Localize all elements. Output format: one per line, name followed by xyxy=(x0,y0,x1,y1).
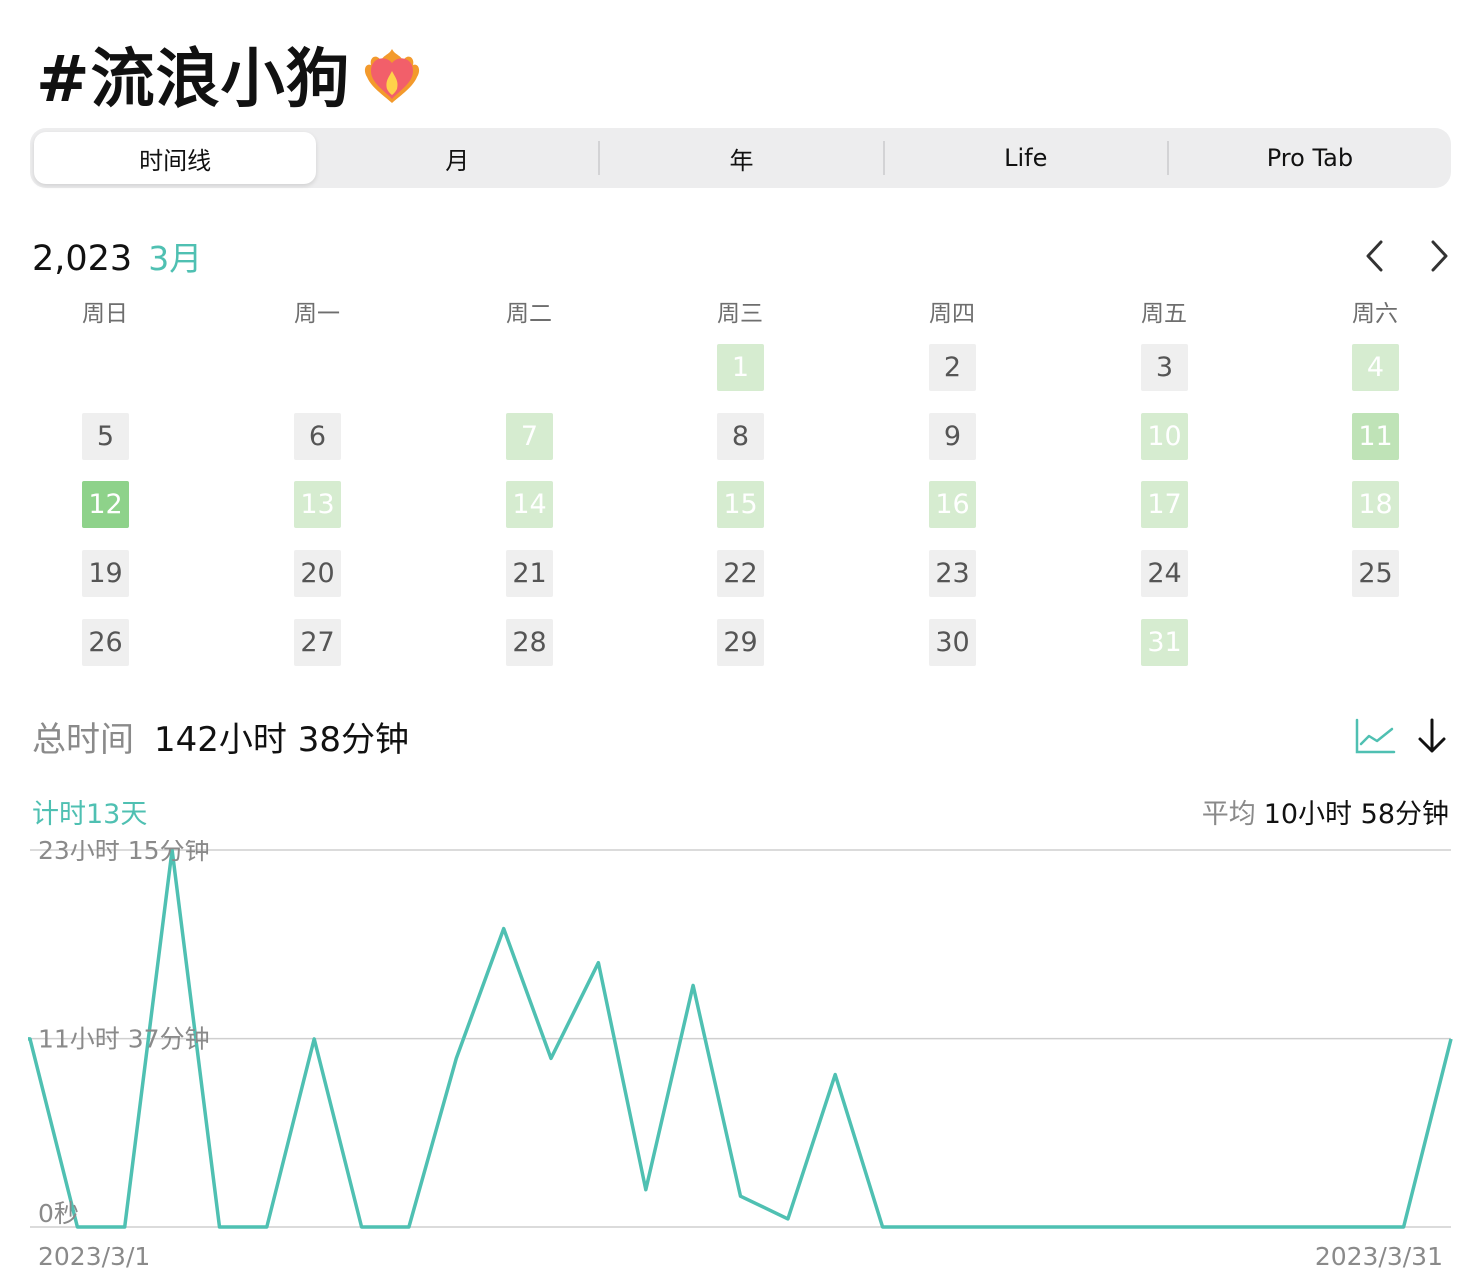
calendar-day-1[interactable]: 1 xyxy=(717,344,764,391)
calendar-day-11[interactable]: 11 xyxy=(1352,413,1399,460)
calendar-day-14[interactable]: 14 xyxy=(506,481,553,528)
calendar-day-30[interactable]: 30 xyxy=(929,619,976,666)
calendar-day-18[interactable]: 18 xyxy=(1352,481,1399,528)
calendar-day-10[interactable]: 10 xyxy=(1141,413,1188,460)
x-axis-end-label: 2023/3/31 xyxy=(1314,1242,1443,1271)
calendar-day-3[interactable]: 3 xyxy=(1141,344,1188,391)
calendar-day-5[interactable]: 5 xyxy=(82,413,129,460)
y-tick-label: 11小时 37分钟 xyxy=(38,1025,210,1054)
line-chart-icon[interactable] xyxy=(1354,716,1396,756)
tracked-days: 计时13天 xyxy=(32,799,148,830)
calendar-day-20[interactable]: 20 xyxy=(294,550,341,597)
calendar-day-22[interactable]: 22 xyxy=(717,550,764,597)
y-tick-label: 0秒 xyxy=(38,1199,79,1228)
arrow-down-icon[interactable] xyxy=(1414,716,1450,756)
y-tick-label: 23小时 15分钟 xyxy=(38,840,210,865)
calendar-day-27[interactable]: 27 xyxy=(294,619,341,666)
calendar-day-19[interactable]: 19 xyxy=(82,550,129,597)
total-time-label: 总时间 xyxy=(32,720,134,760)
total-time: 总时间 142小时 38分钟 xyxy=(32,712,409,760)
total-time-value: 142小时 38分钟 xyxy=(154,720,409,760)
calendar-day-12[interactable]: 12 xyxy=(82,481,129,528)
calendar-day-2[interactable]: 2 xyxy=(929,344,976,391)
calendar-day-6[interactable]: 6 xyxy=(294,413,341,460)
calendar-day-21[interactable]: 21 xyxy=(506,550,553,597)
average-label: 平均 xyxy=(1201,799,1256,830)
calendar-day-31[interactable]: 31 xyxy=(1141,619,1188,666)
average-time: 平均 10小时 58分钟 xyxy=(1202,792,1449,831)
calendar-day-29[interactable]: 29 xyxy=(717,619,764,666)
x-axis-start-label: 2023/3/1 xyxy=(38,1242,151,1271)
calendar-day-24[interactable]: 24 xyxy=(1141,550,1188,597)
calendar-day-7[interactable]: 7 xyxy=(506,413,553,460)
calendar-day-25[interactable]: 25 xyxy=(1352,550,1399,597)
calendar-day-4[interactable]: 4 xyxy=(1352,344,1399,391)
calendar-day-9[interactable]: 9 xyxy=(929,413,976,460)
calendar-day-28[interactable]: 28 xyxy=(506,619,553,666)
calendar-day-8[interactable]: 8 xyxy=(717,413,764,460)
calendar-day-17[interactable]: 17 xyxy=(1141,481,1188,528)
calendar-day-26[interactable]: 26 xyxy=(82,619,129,666)
calendar-day-13[interactable]: 13 xyxy=(294,481,341,528)
average-value: 10小时 58分钟 xyxy=(1263,799,1449,830)
calendar-grid: 1 2 3 4 5 6 7 8 9 10 11 12 13 14 15 16 17 18 19 20 21 22 23 24 2… xyxy=(0,0,1481,700)
calendar-day-23[interactable]: 23 xyxy=(929,550,976,597)
calendar-day-15[interactable]: 15 xyxy=(717,481,764,528)
daily-time-line-chart: 23小时 15分钟 11小时 37分钟 0秒 xyxy=(27,840,1453,1229)
calendar-day-16[interactable]: 16 xyxy=(929,481,976,528)
